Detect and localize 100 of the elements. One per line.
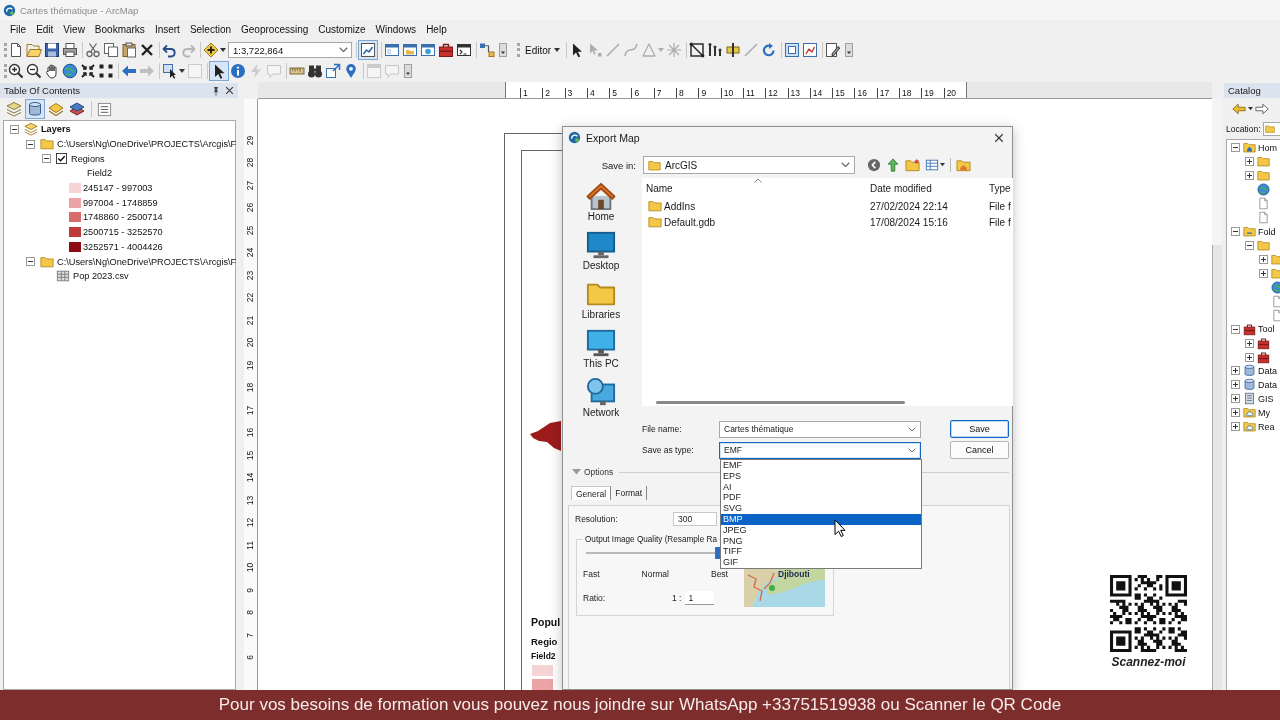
tree-item[interactable]: C:\Users\Ng\OneDrive\PROJECTS\Arcgis\F	[57, 256, 237, 267]
box-arrow-icon[interactable]	[325, 63, 341, 79]
framed-square-icon[interactable]	[784, 42, 801, 58]
globe-icon[interactable]	[62, 63, 78, 79]
chevron-down-icon[interactable]	[339, 47, 348, 53]
file-type-option[interactable]: EMF	[721, 460, 921, 471]
cancel-button[interactable]: Cancel	[950, 441, 1009, 459]
editor-menu[interactable]: Editor	[521, 41, 565, 59]
database-icon[interactable]	[26, 100, 44, 118]
scissors-icon[interactable]	[85, 42, 101, 58]
grid-view-icon[interactable]	[925, 158, 939, 172]
select-box-icon[interactable]	[162, 63, 178, 79]
menu-item[interactable]: View	[58, 22, 90, 37]
tab[interactable]: Format	[611, 486, 648, 500]
location-field[interactable]	[1262, 121, 1280, 136]
collapse-icon[interactable]	[1231, 227, 1240, 237]
expand-icon[interactable]	[1245, 338, 1254, 348]
layer-stack-icon[interactable]	[5, 100, 23, 118]
options-toggle[interactable]: Options	[584, 467, 614, 477]
globe-window-icon[interactable]	[420, 42, 436, 58]
expand-icon[interactable]	[1231, 366, 1240, 376]
place-link[interactable]: Home	[565, 178, 637, 227]
page-chart-icon[interactable]	[359, 41, 377, 59]
menu-item[interactable]: Insert	[149, 22, 185, 37]
save-button[interactable]: Save	[950, 420, 1009, 438]
folder-house-icon[interactable]	[956, 157, 971, 173]
window-panel-icon[interactable]	[384, 42, 400, 58]
collapse-icon[interactable]	[1245, 241, 1254, 251]
zoom-out-icon[interactable]	[26, 63, 42, 79]
caret-icon[interactable]	[554, 48, 561, 52]
expand-icon[interactable]	[1231, 394, 1240, 404]
toolbar-options-icon[interactable]	[845, 43, 854, 57]
caret-icon[interactable]	[220, 48, 226, 52]
copy-icon[interactable]	[103, 42, 119, 58]
chevron-down-icon[interactable]	[841, 162, 850, 168]
caret-icon[interactable]	[179, 69, 185, 73]
new-document-icon[interactable]	[8, 42, 24, 58]
square-diagonal-icon[interactable]	[689, 42, 706, 58]
resolution-field[interactable]: 300	[673, 512, 717, 526]
four-squares-icon[interactable]	[98, 63, 114, 79]
file-type-option[interactable]: EPS	[721, 470, 921, 482]
back-icon[interactable]	[867, 158, 881, 172]
catalog-item[interactable]: Rea	[1258, 421, 1275, 432]
pin-icon[interactable]	[211, 85, 221, 96]
expand-icon[interactable]	[1231, 422, 1240, 432]
scale-combo[interactable]: 1:3,722,864	[228, 42, 352, 58]
expand-icon[interactable]	[1245, 171, 1254, 181]
caret-icon[interactable]	[1248, 107, 1253, 111]
close-icon[interactable]	[225, 86, 234, 95]
options-list-icon[interactable]	[97, 101, 112, 117]
catalog-item[interactable]: My	[1258, 407, 1270, 418]
collapse-icon[interactable]	[26, 257, 35, 267]
pan-hand-icon[interactable]	[44, 63, 60, 79]
column-header[interactable]: Name	[646, 178, 870, 196]
collapse-triangle-icon[interactable]	[572, 469, 581, 475]
edit-document-icon[interactable]	[825, 42, 842, 58]
catalog-item[interactable]: Fold	[1258, 226, 1276, 237]
place-link[interactable]: Network	[565, 374, 637, 423]
catalog-item[interactable]: Data	[1258, 379, 1277, 390]
inward-arrows-icon[interactable]	[80, 63, 96, 79]
open-folder-icon[interactable]	[26, 42, 42, 58]
menu-item[interactable]: Windows	[370, 22, 422, 37]
file-type-option[interactable]: PDF	[721, 492, 921, 504]
info-icon[interactable]	[230, 63, 246, 79]
delete-icon[interactable]	[139, 42, 155, 58]
menu-item[interactable]: File	[5, 22, 32, 37]
expand-icon[interactable]	[1245, 352, 1254, 362]
collapse-icon[interactable]	[1231, 324, 1240, 334]
terminal-window-icon[interactable]	[456, 42, 472, 58]
chart-window-icon[interactable]	[802, 42, 819, 58]
forward-arrow-icon[interactable]	[1255, 102, 1269, 116]
folder-item[interactable]: AddIns	[648, 199, 696, 213]
printer-icon[interactable]	[62, 42, 78, 58]
cross-bar-icon[interactable]	[725, 42, 742, 58]
file-name-field[interactable]: Cartes thématique	[719, 420, 921, 438]
catalog-item[interactable]: Data	[1258, 365, 1277, 376]
place-link[interactable]: Desktop	[565, 227, 637, 276]
expand-icon[interactable]	[1231, 408, 1240, 418]
file-type-option[interactable]: GIF	[721, 557, 921, 568]
close-icon[interactable]	[994, 132, 1004, 143]
place-link[interactable]: Libraries	[565, 276, 637, 325]
place-link[interactable]: This PC	[565, 325, 637, 374]
collapse-icon[interactable]	[26, 139, 35, 149]
column-header[interactable]: Type	[989, 178, 1013, 196]
up-arrow-icon[interactable]	[886, 158, 900, 172]
file-type-option[interactable]: JPEG	[721, 524, 921, 536]
folder-star-icon[interactable]	[905, 157, 920, 173]
tab[interactable]: General	[571, 486, 612, 500]
connected-boxes-icon[interactable]	[479, 42, 495, 58]
menu-item[interactable]: Bookmarks	[89, 22, 150, 37]
chevron-down-icon[interactable]	[908, 447, 916, 453]
tree-item[interactable]: C:\Users\Ng\OneDrive\PROJECTS\Arcgis\F	[57, 139, 237, 150]
expand-icon[interactable]	[1245, 157, 1254, 167]
file-type-option[interactable]: AI	[721, 481, 921, 493]
menu-item[interactable]: Help	[421, 22, 452, 37]
clipboard-icon[interactable]	[121, 42, 137, 58]
menu-item[interactable]: Geoprocessing	[236, 22, 314, 37]
plus-diamond-icon[interactable]	[203, 42, 219, 58]
map-pin-icon[interactable]	[343, 63, 359, 79]
file-type-combo[interactable]: EMF	[719, 441, 921, 459]
